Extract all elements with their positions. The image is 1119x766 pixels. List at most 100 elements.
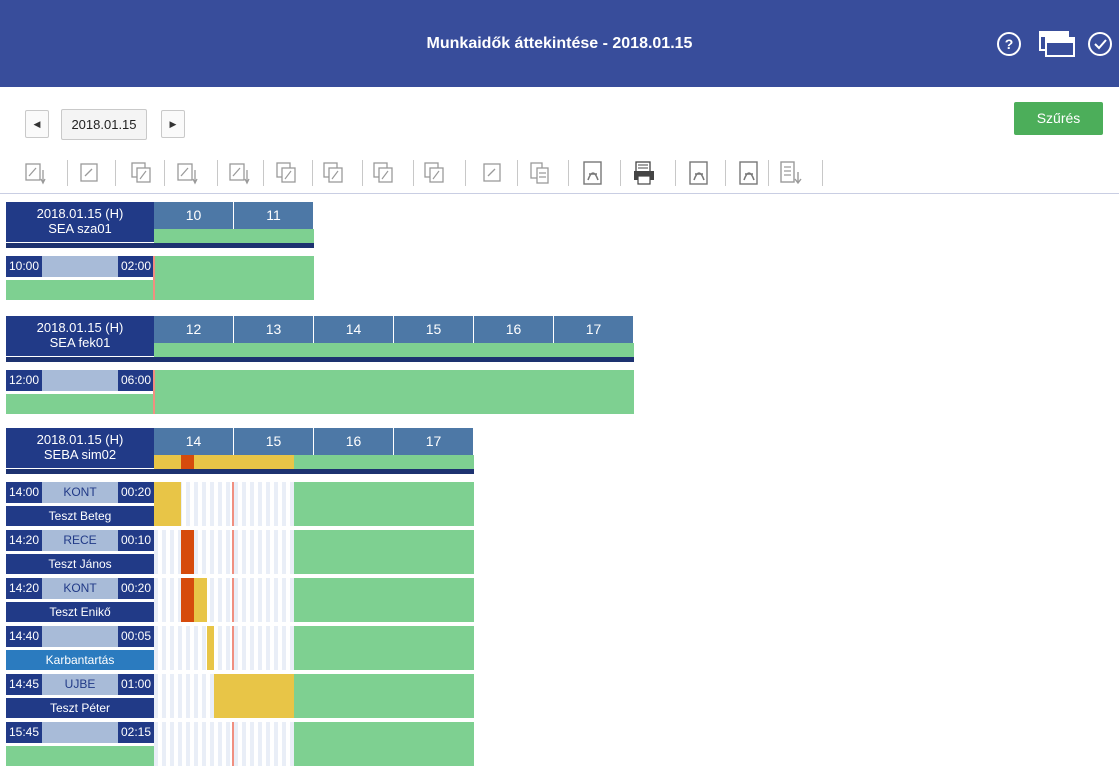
resource-name: SEA fek01 — [49, 335, 111, 350]
toolbar-separator — [620, 160, 621, 186]
hour-column-header: 11 — [234, 202, 314, 229]
copy-edit-icon[interactable] — [321, 160, 345, 186]
slot-row[interactable]: 14:40 00:05 Karbantartás — [6, 626, 154, 670]
free-slot-fill — [6, 394, 154, 414]
date-field[interactable]: 2018.01.15 — [61, 109, 147, 140]
current-time-line — [232, 482, 234, 526]
occupancy-overlap — [180, 455, 194, 469]
resource-header: 2018.01.15 (H) SEA fek01 — [6, 316, 154, 356]
slot-row[interactable]: 14:20 RECE 00:10 Teszt János — [6, 530, 154, 574]
slot-row[interactable]: 10:00 02:00 — [6, 256, 154, 300]
pdf-icon[interactable] — [687, 160, 711, 186]
windows-icon[interactable] — [1037, 30, 1077, 58]
day-label: 2018.01.15 (H) — [36, 320, 124, 335]
pdf-icon[interactable] — [737, 160, 761, 186]
check-circle-icon[interactable] — [1085, 30, 1115, 58]
print-icon[interactable] — [632, 160, 656, 186]
next-day-button[interactable]: ▶ — [161, 110, 185, 138]
appointment-block[interactable] — [214, 674, 294, 718]
chevron-left-icon: ◀ — [33, 118, 41, 129]
toolbar-separator — [768, 160, 769, 186]
copy-add-icon[interactable] — [422, 160, 446, 186]
toolbar-divider — [0, 193, 1119, 194]
document-copy-icon[interactable] — [528, 160, 552, 186]
hour-column-header: 17 — [554, 316, 634, 343]
free-time-area[interactable] — [294, 530, 474, 574]
free-slot-fill — [6, 746, 154, 766]
timeline-striped-area — [154, 578, 294, 622]
current-time-line — [232, 722, 234, 766]
hour-column-header: 10 — [154, 202, 234, 229]
slot-row[interactable]: 14:00 KONT 00:20 Teszt Beteg — [6, 482, 154, 526]
toolbar-separator — [465, 160, 466, 186]
hour-column-header: 15 — [234, 428, 314, 455]
help-icon[interactable]: ? — [994, 30, 1024, 58]
patient-name: Karbantartás — [6, 650, 154, 670]
toolbar-separator — [312, 160, 313, 186]
current-time-line — [232, 626, 234, 670]
free-time-area[interactable] — [154, 370, 634, 414]
pdf-icon[interactable] — [581, 160, 605, 186]
slot-row[interactable]: 14:20 KONT 00:20 Teszt Enikő — [6, 578, 154, 622]
edit-icon[interactable] — [480, 160, 504, 186]
patient-name: Teszt Enikő — [6, 602, 154, 622]
appointment-overlap[interactable] — [180, 578, 194, 622]
prev-day-button[interactable]: ◀ — [25, 110, 49, 138]
hour-column-header: 16 — [474, 316, 554, 343]
free-time-area[interactable] — [294, 674, 474, 718]
slot-row[interactable]: 14:45 UJBE 01:00 Teszt Péter — [6, 674, 154, 718]
document-down-icon[interactable] — [778, 160, 802, 186]
header-divider — [6, 243, 314, 248]
toolbar-separator — [115, 160, 116, 186]
copy-edit-add-icon[interactable] — [371, 160, 395, 186]
edit-down-icon[interactable] — [227, 160, 251, 186]
header-divider — [6, 357, 634, 362]
slot-duration: 01:00 — [117, 674, 154, 695]
toolbar-separator — [822, 160, 823, 186]
toolbar-separator — [217, 160, 218, 186]
appointment-block[interactable] — [180, 530, 194, 574]
svg-text:?: ? — [1005, 36, 1014, 52]
hour-column-header: 12 — [154, 316, 234, 343]
slot-row[interactable]: 12:00 06:00 — [6, 370, 154, 414]
current-time-line — [153, 370, 155, 414]
appointment-block[interactable] — [207, 626, 214, 670]
occupancy-bar — [154, 229, 314, 243]
filter-button[interactable]: Szűrés — [1014, 102, 1103, 135]
toolbar-separator — [725, 160, 726, 186]
slot-duration: 00:10 — [117, 530, 154, 551]
toolbar-separator — [164, 160, 165, 186]
resource-header: 2018.01.15 (H) SEA sza01 — [6, 202, 154, 242]
copy-icon[interactable] — [129, 160, 153, 186]
hour-column-header: 13 — [234, 316, 314, 343]
edit-icon[interactable] — [77, 160, 101, 186]
resource-name: SEA sza01 — [48, 221, 112, 236]
edit-down-icon[interactable] — [23, 160, 47, 186]
slot-duration: 00:20 — [117, 578, 154, 599]
slot-row[interactable]: 15:45 02:15 — [6, 722, 154, 766]
slot-duration: 00:20 — [117, 482, 154, 503]
appointment-block[interactable] — [154, 482, 181, 526]
copy-add-icon[interactable] — [274, 160, 298, 186]
current-time-line — [232, 578, 234, 622]
current-time-line — [153, 256, 155, 300]
edit-add-down-icon[interactable] — [175, 160, 199, 186]
patient-name: Teszt János — [6, 554, 154, 574]
free-time-area[interactable] — [154, 256, 314, 300]
header-divider — [6, 469, 474, 474]
slot-start-time: 12:00 — [6, 370, 43, 391]
free-time-area[interactable] — [294, 626, 474, 670]
timeline-striped-area — [154, 530, 294, 574]
slot-start-time: 15:45 — [6, 722, 43, 743]
toolbar-separator — [413, 160, 414, 186]
patient-name: Teszt Péter — [6, 698, 154, 718]
free-time-area[interactable] — [294, 722, 474, 766]
hour-column-header: 17 — [394, 428, 474, 455]
free-time-area[interactable] — [294, 482, 474, 526]
day-label: 2018.01.15 (H) — [36, 206, 124, 221]
patient-name: Teszt Beteg — [6, 506, 154, 526]
slot-duration: 00:05 — [117, 626, 154, 647]
free-time-area[interactable] — [294, 578, 474, 622]
resource-header: 2018.01.15 (H) SEBA sim02 — [6, 428, 154, 468]
timeline-striped-area — [154, 626, 294, 670]
